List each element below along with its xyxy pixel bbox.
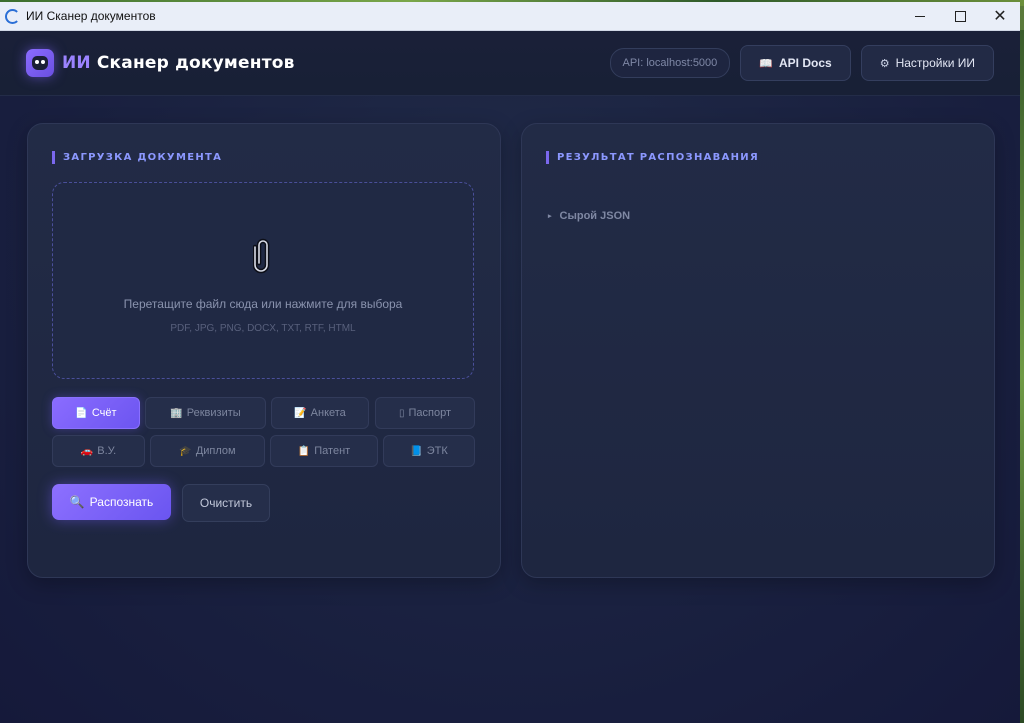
doctype-label: Паспорт bbox=[408, 407, 452, 419]
upload-panel-title: ЗАГРУЗКА ДОКУМЕНТА bbox=[52, 151, 222, 164]
clipboard-icon: 📋 bbox=[297, 445, 311, 457]
close-icon: ✕ bbox=[993, 6, 1007, 25]
api-status-badge: API: localhost:5000 bbox=[609, 48, 731, 78]
minimize-button[interactable] bbox=[900, 2, 940, 30]
gear-icon: ⚙ bbox=[879, 57, 890, 70]
clear-button[interactable]: Очистить bbox=[182, 484, 270, 522]
app-header: ИИ Сканер документов API: localhost:5000 … bbox=[0, 31, 1020, 96]
raw-json-label: Сырой JSON bbox=[559, 210, 631, 222]
app-brand: ИИ Сканер документов bbox=[62, 53, 295, 73]
upload-panel: ЗАГРУЗКА ДОКУМЕНТА Перетащите файл сюда … bbox=[27, 123, 501, 578]
recognize-label: Распознать bbox=[89, 495, 154, 509]
doctype-form-chip[interactable]: 📝 Анкета bbox=[271, 397, 369, 429]
robot-logo-icon bbox=[26, 49, 54, 77]
api-docs-button[interactable]: 📖 API Docs bbox=[740, 45, 851, 81]
magnifier-icon: 🔍 bbox=[69, 495, 85, 509]
doctype-invoice-chip[interactable]: 📄 Счёт bbox=[52, 397, 140, 429]
graduation-cap-icon: 🎓 bbox=[179, 445, 192, 457]
doctype-diploma-chip[interactable]: 🎓 Диплом bbox=[150, 435, 265, 467]
doctype-label: ЭТК bbox=[426, 445, 448, 457]
window-title: ИИ Сканер документов bbox=[26, 9, 156, 23]
doctype-label: Анкета bbox=[310, 407, 346, 419]
raw-json-toggle[interactable]: ▸ Сырой JSON bbox=[548, 210, 630, 222]
app-window: ИИ Сканер документов ✕ ИИ Сканер документ… bbox=[0, 2, 1020, 723]
desktop-wallpaper-edge bbox=[1020, 30, 1024, 723]
ai-settings-button[interactable]: ⚙ Настройки ИИ bbox=[860, 45, 994, 81]
minimize-icon bbox=[915, 15, 925, 17]
brand-text: Сканер документов bbox=[96, 53, 295, 73]
doctype-license-chip[interactable]: 🚗 В.У. bbox=[52, 435, 145, 467]
recognize-button[interactable]: 🔍 Распознать bbox=[52, 484, 171, 520]
close-button[interactable]: ✕ bbox=[980, 2, 1020, 30]
result-panel: РЕЗУЛЬТАТ РАСПОЗНАВАНИЯ ▸ Сырой JSON bbox=[521, 123, 995, 578]
window-titlebar[interactable]: ИИ Сканер документов ✕ bbox=[0, 2, 1020, 31]
doctype-label: В.У. bbox=[97, 445, 117, 457]
window-controls: ✕ bbox=[900, 2, 1020, 30]
dropzone-formats: PDF, JPG, PNG, DOCX, TXT, RTF, HTML bbox=[170, 323, 356, 334]
result-panel-title: РЕЗУЛЬТАТ РАСПОЗНАВАНИЯ bbox=[546, 151, 759, 164]
brand-accent: ИИ bbox=[62, 53, 91, 73]
app-content: ИИ Сканер документов API: localhost:5000 … bbox=[0, 31, 1020, 723]
maximize-button[interactable] bbox=[940, 2, 980, 30]
dropzone-instruction: Перетащите файл сюда или нажмите для выб… bbox=[123, 297, 403, 311]
passport-icon: ▯ bbox=[398, 407, 405, 419]
ai-settings-label: Настройки ИИ bbox=[895, 56, 975, 70]
book-icon: 📖 bbox=[759, 57, 773, 70]
doctype-passport-chip[interactable]: ▯ Паспорт bbox=[375, 397, 475, 429]
maximize-icon bbox=[954, 10, 966, 22]
blue-book-icon: 📘 bbox=[410, 445, 423, 457]
app-loading-icon bbox=[5, 8, 20, 24]
paperclip-icon bbox=[253, 238, 270, 274]
doctype-label: Диплом bbox=[195, 445, 236, 457]
file-dropzone[interactable]: Перетащите файл сюда или нажмите для выб… bbox=[52, 182, 474, 379]
triangle-right-icon: ▸ bbox=[548, 213, 552, 220]
doctype-etk-chip[interactable]: 📘 ЭТК bbox=[383, 435, 475, 467]
doctype-label: Патент bbox=[314, 445, 351, 457]
doctype-label: Реквизиты bbox=[186, 407, 241, 419]
api-docs-label: API Docs bbox=[779, 56, 832, 70]
memo-icon: 📝 bbox=[294, 407, 307, 419]
header-actions: API: localhost:5000 📖 API Docs ⚙ Настрой… bbox=[609, 45, 994, 81]
document-icon: 📄 bbox=[75, 407, 88, 419]
building-icon: 🏢 bbox=[170, 407, 183, 419]
car-icon: 🚗 bbox=[80, 445, 94, 457]
doctype-label: Счёт bbox=[91, 407, 117, 419]
doctype-patent-chip[interactable]: 📋 Патент bbox=[270, 435, 378, 467]
doctype-requisites-chip[interactable]: 🏢 Реквизиты bbox=[145, 397, 266, 429]
